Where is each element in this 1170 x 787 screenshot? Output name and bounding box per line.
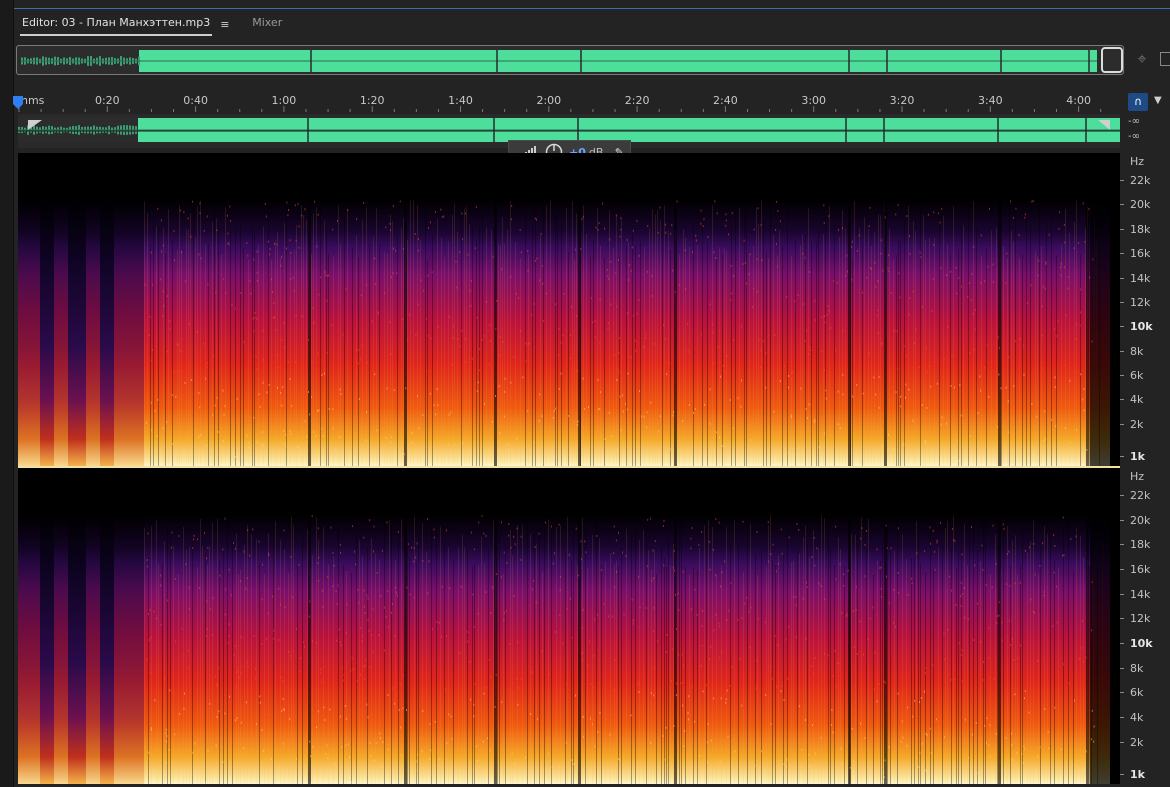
frequency-label: 20k	[1130, 198, 1151, 212]
frequency-tick	[1120, 180, 1124, 181]
time-ruler-ticks	[18, 106, 1102, 112]
frequency-label: 14k	[1130, 271, 1151, 285]
spectral-channel-2[interactable]	[18, 468, 1120, 784]
frequency-label: 16k	[1130, 563, 1151, 576]
frequency-label: 2k	[1130, 735, 1144, 749]
frequency-label: 20k	[1130, 513, 1151, 527]
frequency-tick	[1120, 643, 1124, 644]
frequency-label: 6k	[1130, 369, 1144, 383]
frequency-tick	[1120, 667, 1124, 669]
frequency-tick	[1120, 301, 1124, 303]
frequency-ruler-channel-1[interactable]: Hz 22k 20k 18k 16k 14k 12k 10k 8k 6k 4k 2k 1k	[1120, 153, 1170, 466]
frequency-unit-label: Hz	[1130, 470, 1145, 483]
panel-edge-button[interactable]	[1160, 52, 1170, 66]
frequency-tick	[1120, 717, 1124, 718]
frequency-label: 1k	[1130, 768, 1145, 781]
frequency-tick	[1120, 456, 1124, 457]
frequency-label: 2k	[1130, 417, 1144, 431]
frequency-tick	[1120, 399, 1124, 401]
frequency-label: 10k	[1130, 320, 1153, 334]
time-ruler[interactable]: hms 0:20 0:40 1:00 1:20 1:40 2:00 2:20 2:40 3:00 3…	[18, 90, 1120, 112]
frequency-label: 22k	[1130, 489, 1151, 502]
frequency-label: 4k	[1130, 711, 1144, 724]
overview-waveform[interactable]	[16, 45, 1124, 75]
frequency-tick	[1120, 519, 1124, 521]
spectral-channel-1-graphic	[18, 153, 1120, 466]
overview-zoom-handle[interactable]	[1101, 47, 1123, 73]
frequency-tick	[1120, 423, 1124, 425]
frequency-tick	[1120, 569, 1124, 570]
frequency-tick	[1120, 253, 1124, 255]
frequency-tick	[1120, 277, 1124, 279]
channel-1-level: -∞	[1128, 116, 1140, 127]
frequency-label: 12k	[1130, 612, 1151, 626]
frequency-label: 18k	[1130, 538, 1151, 552]
frequency-tick	[1120, 350, 1124, 352]
spectral-channel-1[interactable]	[18, 153, 1120, 466]
tab-editor[interactable]: Editor: 03 - План Манхэттен.mp3	[20, 12, 213, 36]
frequency-label: 8k	[1130, 344, 1144, 358]
overview-waveform-graphic	[21, 48, 1101, 74]
frequency-tick	[1120, 618, 1124, 620]
frequency-label: 14k	[1130, 587, 1151, 601]
frequency-label: 8k	[1130, 661, 1144, 675]
audition-editor-window: Editor: 03 - План Манхэттен.mp3 ≡ Mixer …	[0, 0, 1170, 787]
frequency-label: 22k	[1130, 174, 1151, 187]
frequency-tick	[1120, 326, 1124, 328]
channel-2-level: -∞	[1128, 131, 1140, 142]
magnet-icon[interactable]: ∩	[1128, 93, 1148, 111]
tab-mixer[interactable]: Mixer	[250, 12, 284, 36]
pin-icon[interactable]: ▼	[1154, 95, 1164, 111]
frequency-tick	[1120, 228, 1124, 230]
frequency-label: 6k	[1130, 686, 1144, 700]
frequency-label: 4k	[1130, 393, 1144, 407]
frequency-ruler-channel-2[interactable]: Hz 22k 20k 18k 16k 14k 12k 10k 8k 6k 4k 2k 1k	[1120, 468, 1170, 784]
zoom-to-selection-icon[interactable]: ⌖	[1133, 49, 1151, 69]
frequency-label: 16k	[1130, 247, 1151, 261]
hamburger-menu-icon[interactable]: ≡	[220, 18, 234, 31]
frequency-tick	[1120, 204, 1124, 206]
frequency-tick	[1120, 741, 1124, 743]
frequency-label: 18k	[1130, 222, 1151, 236]
frequency-tick	[1120, 495, 1124, 496]
frequency-tick	[1120, 692, 1124, 694]
frequency-label: 1k	[1130, 450, 1145, 463]
frequency-label: 10k	[1130, 637, 1153, 650]
playhead-icon[interactable]	[13, 96, 23, 110]
frequency-tick	[1120, 774, 1124, 775]
frequency-tick	[1120, 375, 1124, 377]
left-gutter	[0, 0, 14, 787]
frequency-label: 12k	[1130, 295, 1151, 309]
spectral-channel-2-graphic	[18, 468, 1120, 784]
frequency-unit-label: Hz	[1130, 155, 1145, 168]
tab-bar: Editor: 03 - План Манхэттен.mp3 ≡ Mixer	[20, 12, 284, 36]
frequency-tick	[1120, 593, 1124, 595]
frequency-tick	[1120, 544, 1124, 546]
